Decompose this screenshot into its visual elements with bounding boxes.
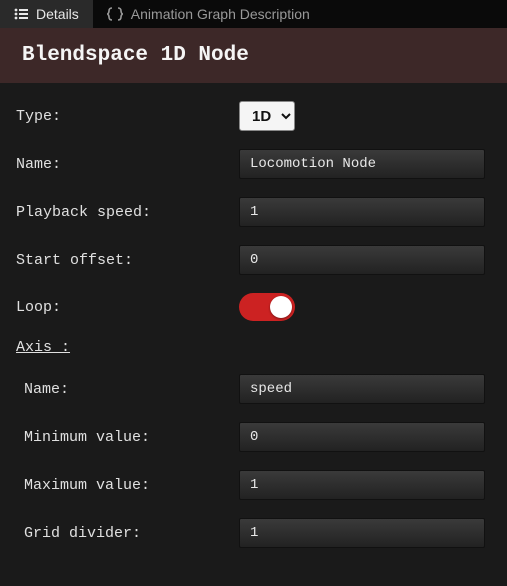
loop-label: Loop:	[14, 299, 239, 316]
row-axis-max: Maximum value:	[14, 470, 485, 500]
page-title: Blendspace 1D Node	[22, 44, 485, 67]
tab-details[interactable]: Details	[0, 0, 93, 28]
tab-animgraph-label: Animation Graph Description	[131, 6, 310, 22]
toggle-knob	[270, 296, 292, 318]
type-label: Type:	[14, 108, 239, 125]
axis-name-label: Name:	[14, 381, 239, 398]
row-loop: Loop:	[14, 293, 485, 321]
axis-name-input[interactable]	[239, 374, 485, 404]
axis-group: Name: Minimum value: Maximum value: Grid…	[14, 374, 485, 548]
axis-grid-label: Grid divider:	[14, 525, 239, 542]
list-icon	[14, 8, 28, 20]
row-axis-grid: Grid divider:	[14, 518, 485, 548]
playback-speed-input[interactable]	[239, 197, 485, 227]
type-select[interactable]: 1D	[239, 101, 295, 131]
row-axis-name: Name:	[14, 374, 485, 404]
name-input[interactable]	[239, 149, 485, 179]
start-offset-label: Start offset:	[14, 252, 239, 269]
axis-max-label: Maximum value:	[14, 477, 239, 494]
axis-section-label: Axis :	[16, 339, 485, 356]
row-start-offset: Start offset:	[14, 245, 485, 275]
row-name: Name:	[14, 149, 485, 179]
tab-bar: Details Animation Graph Description	[0, 0, 507, 28]
properties-panel: Type: 1D Name: Playback speed: Start off…	[0, 83, 507, 586]
name-label: Name:	[14, 156, 239, 173]
row-type: Type: 1D	[14, 101, 485, 131]
playback-speed-label: Playback speed:	[14, 204, 239, 221]
braces-icon	[107, 7, 123, 21]
panel-header: Blendspace 1D Node	[0, 28, 507, 83]
axis-min-input[interactable]	[239, 422, 485, 452]
tab-animation-graph[interactable]: Animation Graph Description	[93, 0, 324, 28]
row-playback-speed: Playback speed:	[14, 197, 485, 227]
loop-toggle[interactable]	[239, 293, 295, 321]
start-offset-input[interactable]	[239, 245, 485, 275]
axis-grid-input[interactable]	[239, 518, 485, 548]
row-axis-min: Minimum value:	[14, 422, 485, 452]
axis-min-label: Minimum value:	[14, 429, 239, 446]
axis-max-input[interactable]	[239, 470, 485, 500]
tab-details-label: Details	[36, 6, 79, 22]
